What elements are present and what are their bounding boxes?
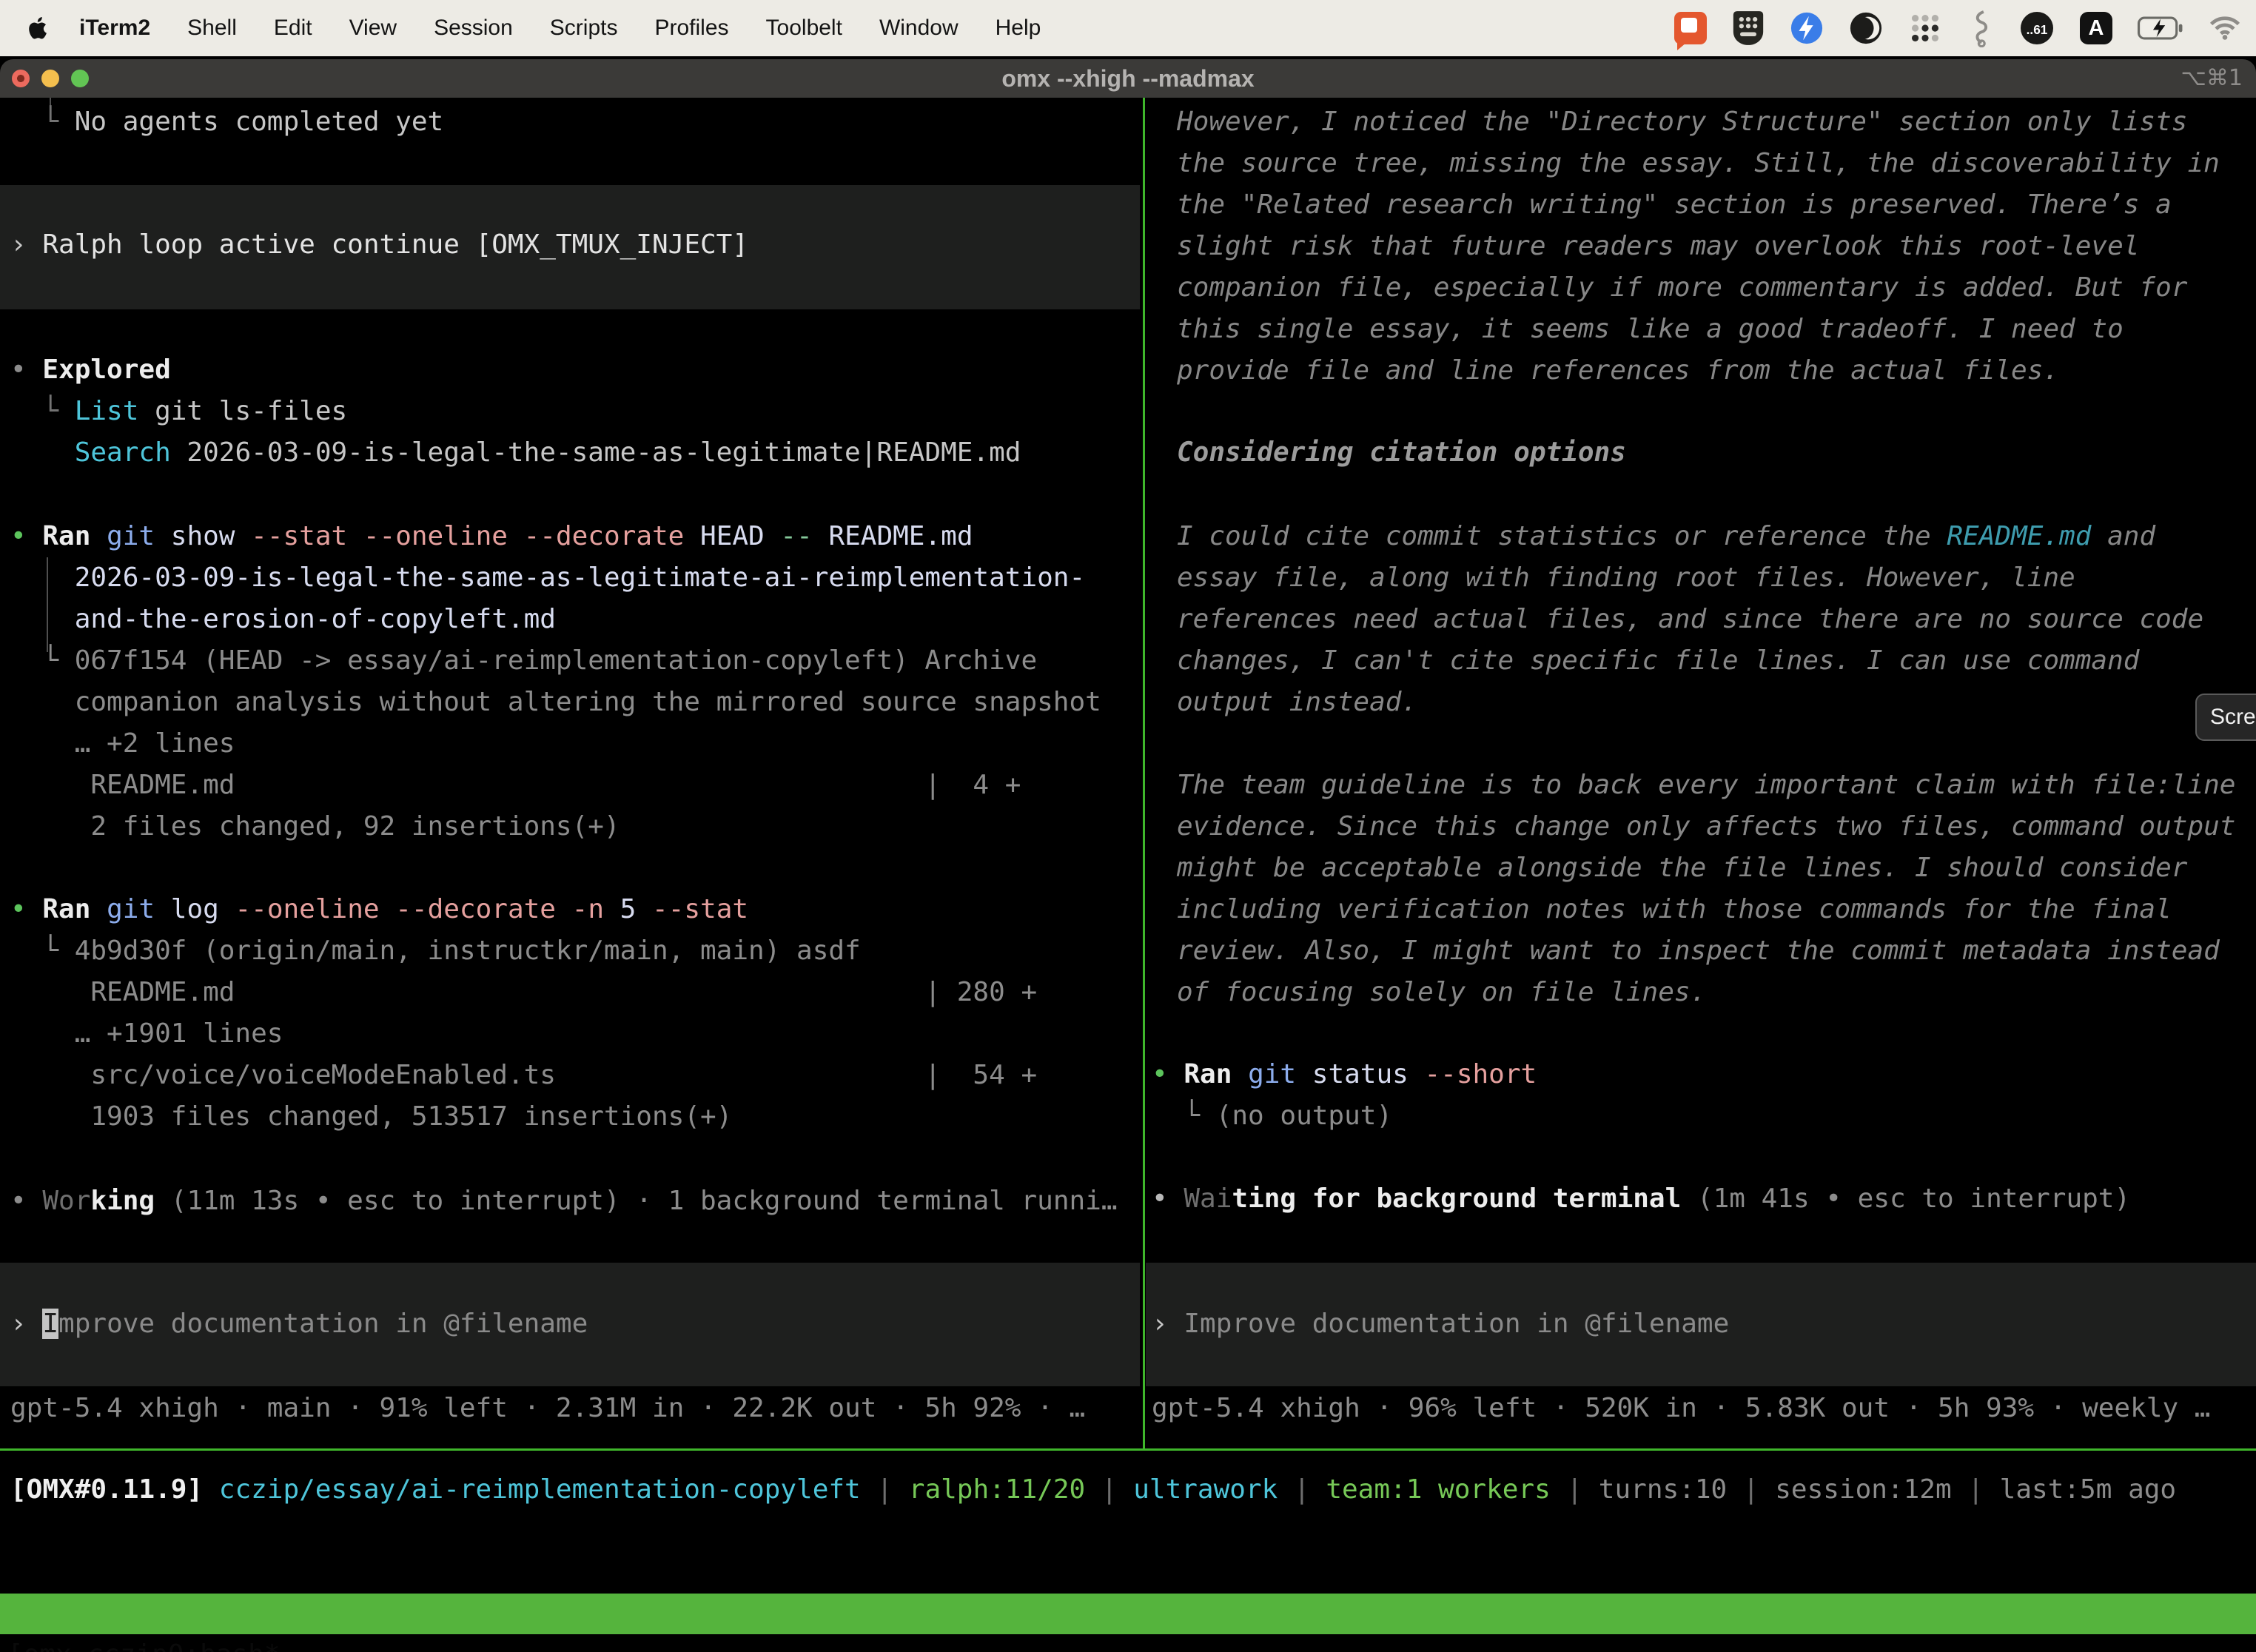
- git-log-output-line: … +1901 lines: [10, 1013, 283, 1055]
- prompt-input-left[interactable]: › Improve documentation in @filename: [0, 1263, 1140, 1386]
- git-status-command: • Ran git status --short: [1152, 1054, 1537, 1095]
- git-status-output-line: └ (no output): [1152, 1095, 1392, 1137]
- reasoning-line: slight risk that future readers may over…: [1177, 226, 2139, 267]
- window-title: omx --xhigh --madmax: [0, 59, 2256, 98]
- pane-divider[interactable]: [1143, 98, 1145, 1448]
- reasoning-line: references need actual files, and since …: [1177, 599, 2203, 640]
- explored-search-line: Search 2026-03-09-is-legal-the-same-as-l…: [10, 432, 1021, 474]
- menu-item-session[interactable]: Session: [415, 16, 531, 41]
- menu-item-help[interactable]: Help: [977, 16, 1060, 41]
- text-cursor: I: [42, 1309, 58, 1339]
- menu-item-edit[interactable]: Edit: [255, 16, 331, 41]
- reasoning-line: changes, I can't cite specific file line…: [1177, 640, 2139, 682]
- reasoning-line: review. Also, I might want to inspect th…: [1177, 930, 2220, 972]
- git-show-command: • Ran git show --stat --oneline --decora…: [10, 516, 973, 557]
- keyboard-icon[interactable]: [1732, 10, 1765, 47]
- window-shortcut-badge: ⌥⌘1: [2181, 59, 2243, 98]
- menu-bar: iTerm2 Shell Edit View Session Scripts P…: [0, 0, 2256, 56]
- menu-item-toolbelt[interactable]: Toolbelt: [748, 16, 861, 41]
- reasoning-line: I could cite commit statistics or refere…: [1177, 516, 2155, 557]
- menu-item-scripts[interactable]: Scripts: [531, 16, 637, 41]
- reasoning-line: this single essay, it seems like a good …: [1177, 309, 2124, 350]
- reasoning-line: provide file and line references from th…: [1177, 350, 2059, 392]
- menu-item-profiles[interactable]: Profiles: [636, 16, 747, 41]
- git-show-output-line: └ 067f154 (HEAD -> essay/ai-reimplementa…: [10, 640, 1037, 682]
- git-log-output-line: └ 4b9d30f (origin/main, instructkr/main,…: [10, 930, 861, 972]
- reasoning-line: output instead.: [1177, 682, 1417, 723]
- count-badge-icon[interactable]: ..61: [2019, 10, 2055, 46]
- git-show-arg-line: 2026-03-09-is-legal-the-same-as-legitima…: [10, 557, 1085, 599]
- git-log-stat-line: src/voice/voiceModeEnabled.ts | 54 +: [10, 1055, 1037, 1096]
- wifi-icon[interactable]: [2209, 16, 2241, 41]
- git-log-stat-line: 1903 files changed, 513517 insertions(+): [10, 1096, 732, 1138]
- git-show-arg-line: and-the-erosion-of-copyleft.md: [10, 599, 556, 640]
- waiting-status-line: • Waiting for background terminal (1m 41…: [1152, 1178, 2130, 1220]
- reasoning-line: might be acceptable alongside the file l…: [1177, 847, 2187, 889]
- reasoning-line: However, I noticed the "Directory Struct…: [1177, 101, 2187, 143]
- reasoning-line: evidence. Since this change only affects…: [1177, 806, 2235, 847]
- git-show-output-line: companion analysis without altering the …: [10, 682, 1101, 723]
- menu-item-shell[interactable]: Shell: [169, 16, 255, 41]
- tmux-status-bar: [omx-cczip0:bash* "MacBook-Pro-44.local"…: [0, 1594, 2256, 1634]
- readme-link: README.md: [1947, 521, 2091, 551]
- menu-item-window[interactable]: Window: [861, 16, 977, 41]
- screen: iTerm2 Shell Edit View Session Scripts P…: [0, 0, 2256, 1652]
- reasoning-line: including verification notes with those …: [1177, 889, 2172, 930]
- pane-bottom-border: [0, 1448, 2256, 1451]
- squiggle-icon[interactable]: [1967, 9, 1994, 47]
- right-pane: However, I noticed the "Directory Struct…: [1152, 98, 2256, 1448]
- prompt-input-left-line: › Improve documentation in @filename: [10, 1303, 588, 1345]
- agents-summary-line: └ No agents completed yet: [10, 101, 443, 143]
- explored-list-line: └ List git ls-files: [10, 391, 347, 432]
- session-status-left: gpt-5.4 xhigh · main · 91% left · 2.31M …: [10, 1388, 1085, 1429]
- inject-banner-line: › Ralph loop active continue [OMX_TMUX_I…: [10, 224, 748, 266]
- reasoning-line: essay file, along with finding root file…: [1177, 557, 2075, 599]
- iterm-window: omx --xhigh --madmax ⌥⌘1 └ No agents com…: [0, 59, 2256, 1652]
- apple-menu-icon[interactable]: [28, 15, 50, 41]
- dots-grid-icon[interactable]: [1908, 11, 1942, 45]
- letter-a-icon[interactable]: A: [2080, 12, 2112, 44]
- prompt-input-right[interactable]: › Improve documentation in @filename: [1146, 1263, 2256, 1386]
- inject-banner[interactable]: › Ralph loop active continue [OMX_TMUX_I…: [0, 185, 1140, 309]
- screen-overlay-chip[interactable]: Scre: [2195, 694, 2256, 741]
- svg-text:..61: ..61: [2027, 22, 2048, 37]
- reasoning-line: the "Related research writing" section i…: [1177, 184, 2172, 226]
- chat-app-icon[interactable]: [1674, 12, 1707, 44]
- terminal-area: └ No agents completed yet › Ralph loop a…: [0, 98, 2256, 1652]
- explored-header: • Explored: [10, 349, 171, 391]
- git-show-stat-line: 2 files changed, 92 insertions(+): [10, 806, 620, 847]
- tmux-session-label[interactable]: [omx-cczip0:bash*: [7, 1634, 280, 1652]
- git-show-stat-line: README.md | 4 +: [10, 765, 1021, 806]
- reasoning-line: companion file, especially if more comme…: [1177, 267, 2187, 309]
- reasoning-line: The team guideline is to back every impo…: [1177, 765, 2235, 806]
- git-log-command: • Ran git log --oneline --decorate -n 5 …: [10, 889, 748, 930]
- reasoning-heading: Considering citation options: [1177, 432, 1626, 474]
- menu-status-icons: ..61 A: [1674, 9, 2241, 47]
- reasoning-line: of focusing solely on file lines.: [1177, 972, 1706, 1013]
- bolt-badge-icon[interactable]: [1790, 11, 1824, 45]
- moon-circle-icon[interactable]: [1849, 11, 1883, 45]
- title-bar: omx --xhigh --madmax ⌥⌘1: [0, 59, 2256, 98]
- working-status-line: • Working (11m 13s • esc to interrupt) ·…: [10, 1181, 1118, 1222]
- omx-status-line: [OMX#0.11.9] cczip/essay/ai-reimplementa…: [10, 1469, 2176, 1511]
- menu-item-view[interactable]: View: [331, 16, 415, 41]
- reasoning-line: the source tree, missing the essay. Stil…: [1177, 143, 2220, 184]
- git-show-output-line: … +2 lines: [10, 723, 235, 765]
- prompt-input-right-line: › Improve documentation in @filename: [1152, 1303, 1729, 1345]
- session-status-right: gpt-5.4 xhigh · 96% left · 520K in · 5.8…: [1152, 1388, 2210, 1429]
- menu-item-iterm2[interactable]: iTerm2: [61, 16, 169, 41]
- battery-icon[interactable]: [2138, 16, 2183, 40]
- git-log-stat-line: README.md | 280 +: [10, 972, 1037, 1013]
